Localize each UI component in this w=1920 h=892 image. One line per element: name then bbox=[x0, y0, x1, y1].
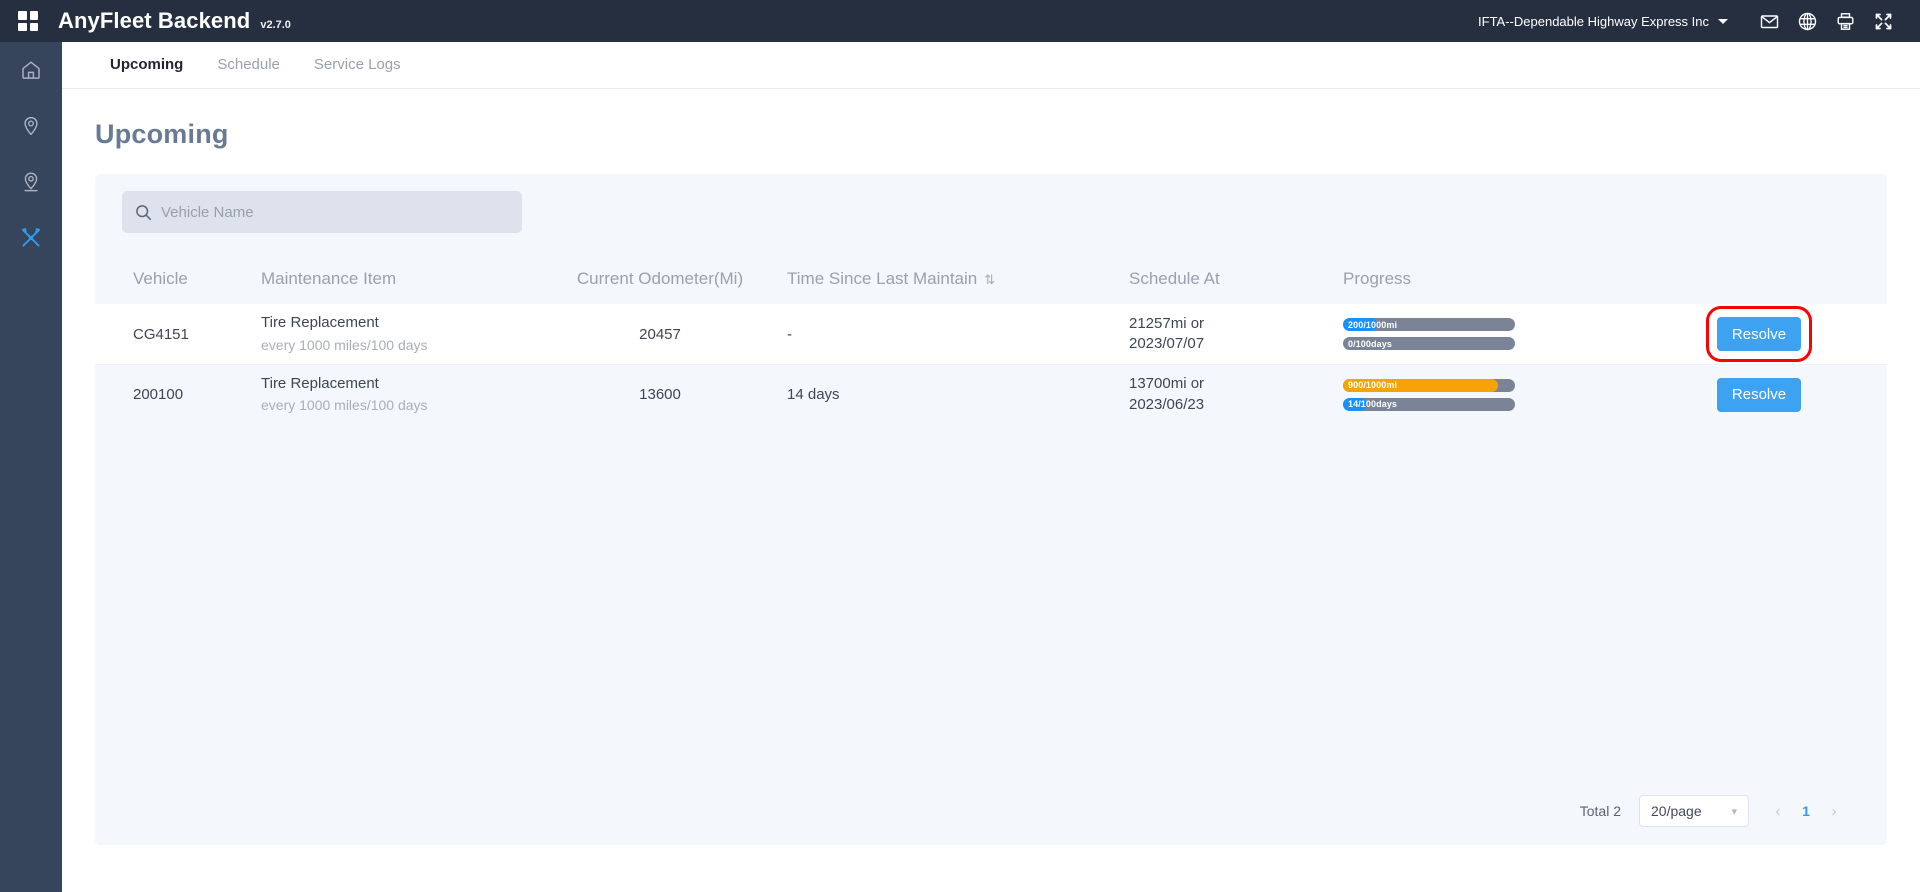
fullscreen-icon[interactable] bbox=[1864, 6, 1902, 36]
page-size-select[interactable]: 20/page ▾ bbox=[1639, 795, 1749, 827]
schedule-miles: 21257mi or bbox=[1129, 314, 1343, 334]
cell-vehicle: CG4151 bbox=[109, 326, 261, 343]
topbar-left-group: AnyFleet Backend v2.7.0 bbox=[0, 8, 291, 34]
pagination-prev-button[interactable]: ‹ bbox=[1763, 795, 1793, 827]
cell-actions: Resolve bbox=[1603, 378, 1849, 412]
mail-icon[interactable] bbox=[1750, 6, 1788, 36]
progress-bar-days-label: 14/100days bbox=[1348, 398, 1397, 411]
cell-vehicle: 200100 bbox=[109, 386, 261, 403]
upcoming-table: Vehicle Maintenance Item Current Odomete… bbox=[95, 254, 1887, 424]
column-header-vehicle: Vehicle bbox=[109, 269, 261, 289]
progress-bar-group: 900/1000mi 14/100days bbox=[1343, 379, 1603, 411]
progress-bar-miles-label: 900/1000mi bbox=[1348, 379, 1397, 392]
table-row[interactable]: 200100 Tire Replacement every 1000 miles… bbox=[95, 364, 1887, 424]
column-header-maintenance-item: Maintenance Item bbox=[261, 269, 533, 289]
search-box[interactable] bbox=[122, 191, 522, 233]
page-title: Upcoming bbox=[62, 89, 1920, 150]
printer-icon[interactable] bbox=[1826, 6, 1864, 36]
maintenance-item-name: Tire Replacement bbox=[261, 374, 533, 394]
cell-odometer: 13600 bbox=[533, 386, 787, 403]
tab-bar: Upcoming Schedule Service Logs bbox=[62, 42, 1920, 89]
table-body: CG4151 Tire Replacement every 1000 miles… bbox=[95, 304, 1887, 424]
table-header-row: Vehicle Maintenance Item Current Odomete… bbox=[95, 254, 1887, 304]
column-header-odometer: Current Odometer(Mi) bbox=[533, 269, 787, 289]
cell-progress: 200/1000mi 0/100days bbox=[1343, 318, 1603, 350]
app-title: AnyFleet Backend bbox=[58, 8, 250, 34]
sidebar-item-location[interactable] bbox=[0, 98, 62, 154]
cell-actions: Resolve bbox=[1603, 317, 1849, 351]
map-pin-icon bbox=[20, 115, 42, 137]
sidebar-item-home[interactable] bbox=[0, 42, 62, 98]
cell-time-since: 14 days bbox=[787, 386, 1129, 403]
page-size-value: 20/page bbox=[1651, 803, 1702, 819]
top-bar: AnyFleet Backend v2.7.0 IFTA--Dependable… bbox=[0, 0, 1920, 42]
tab-upcoming[interactable]: Upcoming bbox=[93, 42, 200, 88]
progress-bar-days: 14/100days bbox=[1343, 398, 1515, 411]
column-header-time-since-label: Time Since Last Maintain bbox=[787, 269, 977, 289]
organization-selector[interactable]: IFTA--Dependable Highway Express Inc bbox=[1478, 14, 1728, 29]
main-content: Upcoming Schedule Service Logs Upcoming … bbox=[62, 42, 1920, 892]
home-icon bbox=[20, 59, 42, 81]
column-header-schedule-at: Schedule At bbox=[1129, 269, 1343, 289]
progress-bar-days-label: 0/100days bbox=[1348, 337, 1392, 350]
table-row[interactable]: CG4151 Tire Replacement every 1000 miles… bbox=[95, 304, 1887, 364]
progress-bar-days: 0/100days bbox=[1343, 337, 1515, 350]
search-icon bbox=[135, 204, 152, 221]
schedule-date: 2023/07/07 bbox=[1129, 334, 1343, 354]
schedule-miles: 13700mi or bbox=[1129, 374, 1343, 394]
cell-odometer: 20457 bbox=[533, 326, 787, 343]
cell-maintenance-item: Tire Replacement every 1000 miles/100 da… bbox=[261, 313, 533, 354]
pagination-next-button[interactable]: › bbox=[1819, 795, 1849, 827]
cell-time-since: - bbox=[787, 326, 1129, 343]
schedule-date: 2023/06/23 bbox=[1129, 395, 1343, 415]
sidebar bbox=[0, 42, 62, 892]
tab-service-logs[interactable]: Service Logs bbox=[297, 42, 418, 88]
search-input[interactable] bbox=[161, 204, 509, 221]
chevron-down-icon bbox=[1718, 19, 1728, 24]
maintenance-item-name: Tire Replacement bbox=[261, 313, 533, 333]
pagination-total: Total 2 bbox=[1580, 803, 1621, 819]
resolve-button[interactable]: Resolve bbox=[1717, 378, 1801, 412]
progress-bar-group: 200/1000mi 0/100days bbox=[1343, 318, 1603, 350]
cell-progress: 900/1000mi 14/100days bbox=[1343, 379, 1603, 411]
sort-toggle-icon[interactable]: ⇅ bbox=[984, 273, 995, 286]
progress-bar-miles-label: 200/1000mi bbox=[1348, 318, 1397, 331]
progress-bar-miles: 900/1000mi bbox=[1343, 379, 1515, 392]
globe-icon[interactable] bbox=[1788, 6, 1826, 36]
pagination: Total 2 20/page ▾ ‹ 1 › bbox=[1580, 795, 1849, 827]
topbar-right-group: IFTA--Dependable Highway Express Inc bbox=[1478, 6, 1920, 36]
maintenance-item-interval: every 1000 miles/100 days bbox=[261, 336, 533, 355]
app-version: v2.7.0 bbox=[260, 19, 291, 31]
cell-maintenance-item: Tire Replacement every 1000 miles/100 da… bbox=[261, 374, 533, 415]
sidebar-item-places[interactable] bbox=[0, 154, 62, 210]
search-area bbox=[95, 174, 1887, 233]
organization-name: IFTA--Dependable Highway Express Inc bbox=[1478, 14, 1709, 29]
chevron-down-icon: ▾ bbox=[1731, 805, 1737, 818]
column-header-time-since[interactable]: Time Since Last Maintain ⇅ bbox=[787, 269, 1129, 289]
grid-menu-icon[interactable] bbox=[18, 11, 38, 31]
resolve-button[interactable]: Resolve bbox=[1717, 317, 1801, 351]
cell-schedule-at: 21257mi or 2023/07/07 bbox=[1129, 314, 1343, 355]
sidebar-item-maintenance[interactable] bbox=[0, 210, 62, 266]
tools-icon bbox=[20, 227, 42, 249]
map-pin-underline-icon bbox=[20, 171, 42, 193]
cell-schedule-at: 13700mi or 2023/06/23 bbox=[1129, 374, 1343, 415]
progress-bar-miles: 200/1000mi bbox=[1343, 318, 1515, 331]
maintenance-item-interval: every 1000 miles/100 days bbox=[261, 396, 533, 415]
column-header-progress: Progress bbox=[1343, 269, 1603, 289]
upcoming-card: Vehicle Maintenance Item Current Odomete… bbox=[95, 174, 1887, 845]
pagination-page-1[interactable]: 1 bbox=[1793, 795, 1819, 827]
tab-schedule[interactable]: Schedule bbox=[200, 42, 297, 88]
